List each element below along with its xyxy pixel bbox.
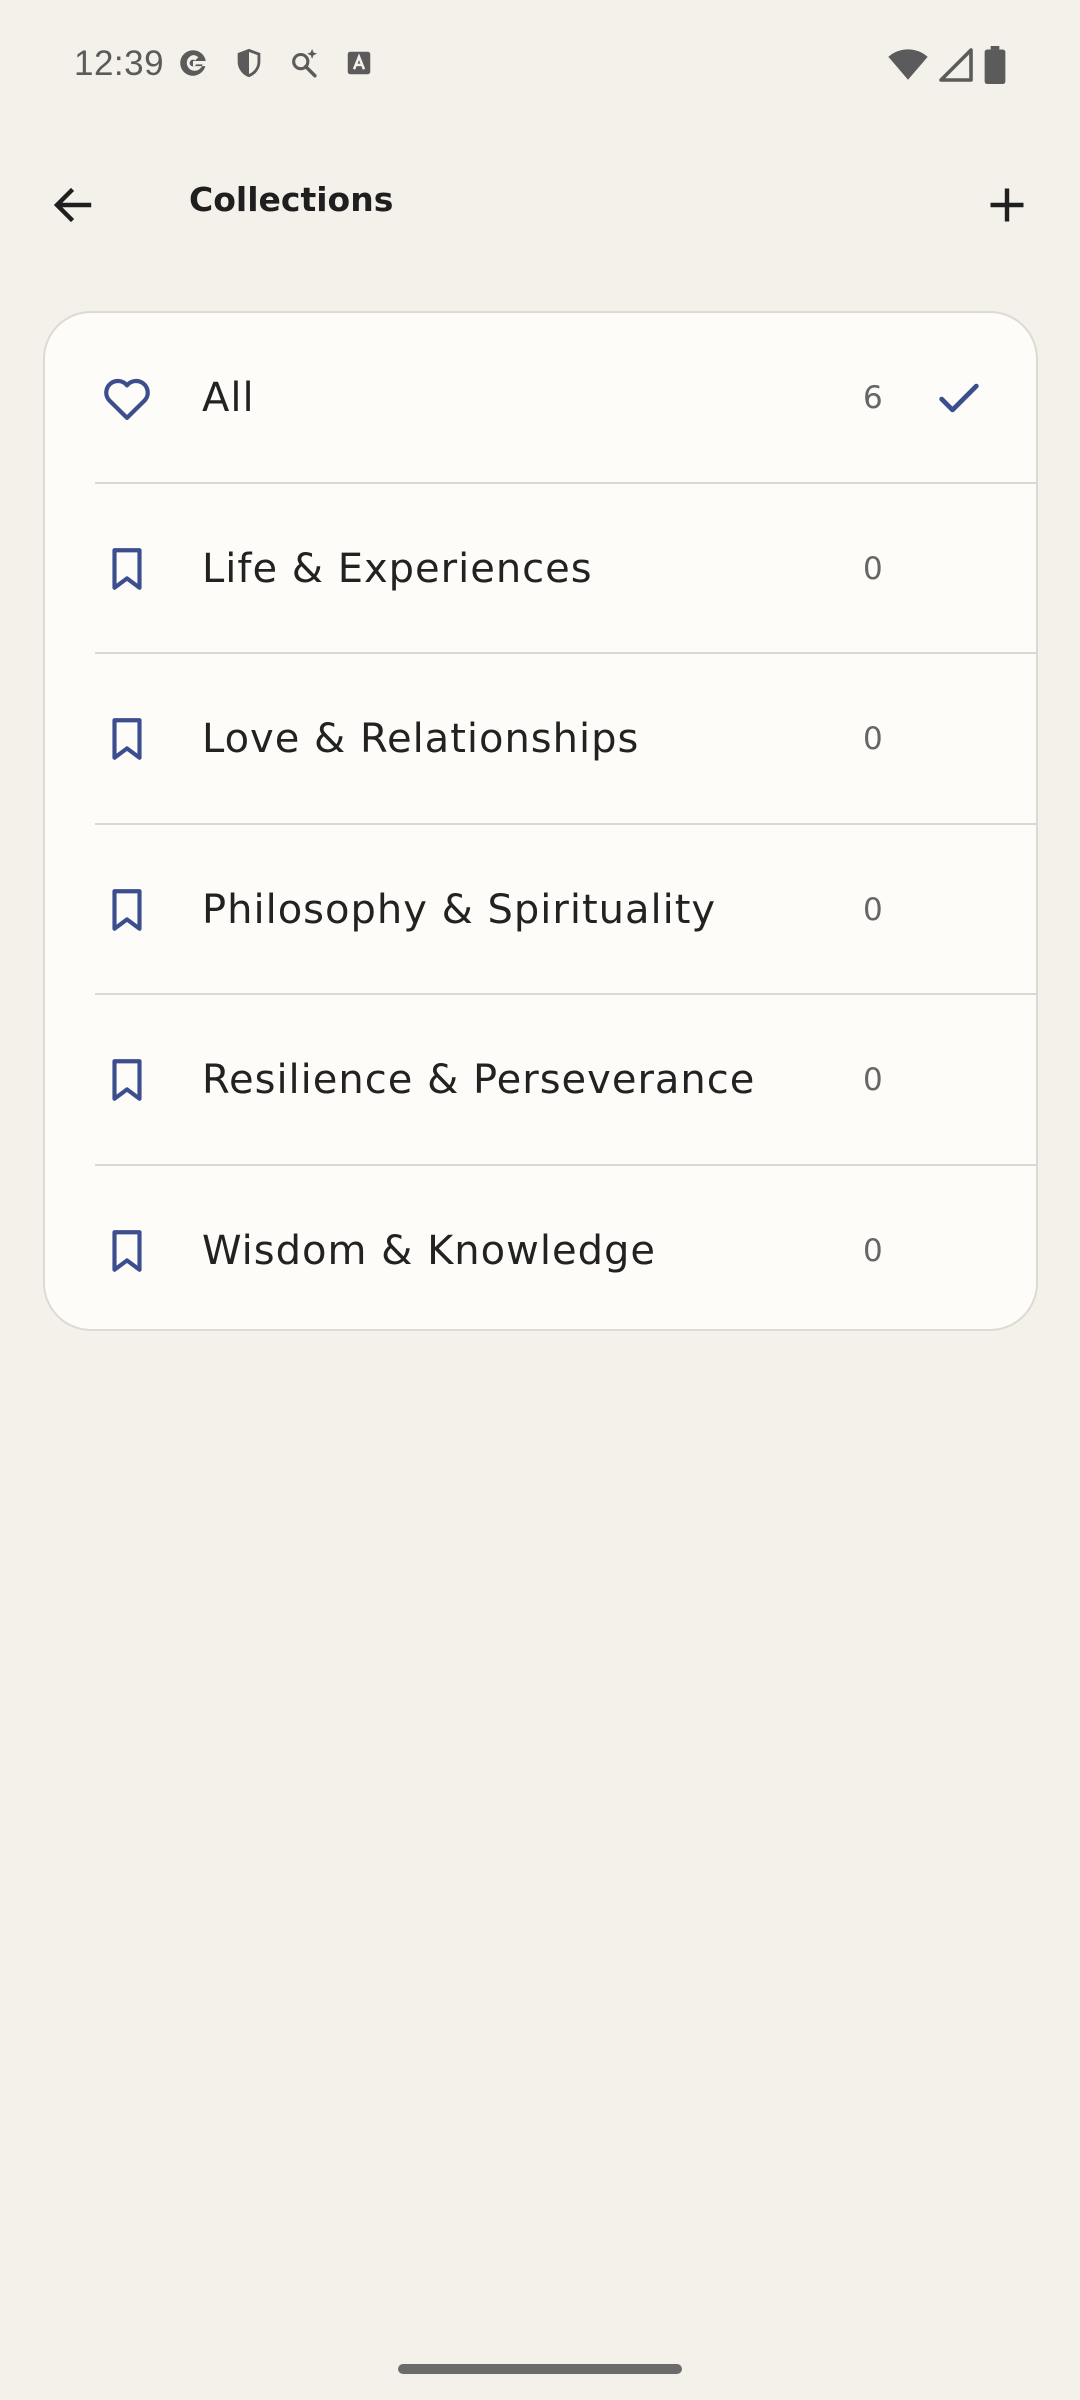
collection-count: 0 <box>863 721 883 758</box>
top-app-bar: Collections <box>0 150 1080 260</box>
plus-icon <box>985 183 1029 231</box>
search-sparkle-icon <box>288 46 322 80</box>
font-a-icon <box>344 48 374 78</box>
bookmark-icon <box>97 880 157 940</box>
page-title: Collections <box>189 180 394 219</box>
collection-label: Resilience & Perseverance <box>202 1057 756 1104</box>
collection-label: Life & Experiences <box>202 545 593 592</box>
collection-item-philosophy-spirituality[interactable]: Philosophy & Spirituality 0 <box>45 825 1036 995</box>
google-icon <box>176 46 210 80</box>
status-icons-right <box>888 46 1006 88</box>
collection-label: All <box>202 375 255 422</box>
bookmark-icon <box>97 709 157 769</box>
status-time: 12:39 <box>74 44 165 83</box>
collection-item-wisdom-knowledge[interactable]: Wisdom & Knowledge 0 <box>45 1166 1036 1330</box>
collection-count: 0 <box>863 550 883 587</box>
collection-count: 0 <box>863 1062 883 1099</box>
signal-icon <box>938 47 974 87</box>
collections-list: All 6 Life & Experiences 0 Love & Relati… <box>43 311 1038 1331</box>
collection-item-resilience-perseverance[interactable]: Resilience & Perseverance 0 <box>45 995 1036 1166</box>
back-button[interactable] <box>38 172 108 242</box>
collection-item-love-relationships[interactable]: Love & Relationships 0 <box>45 654 1036 825</box>
gesture-navigation-bar[interactable] <box>398 2364 682 2374</box>
collection-item-life-experiences[interactable]: Life & Experiences 0 <box>45 484 1036 654</box>
collection-count: 0 <box>863 891 883 928</box>
bookmark-icon <box>97 1050 157 1110</box>
arrow-left-icon <box>49 181 97 233</box>
collection-count: 6 <box>863 380 883 417</box>
collection-item-all[interactable]: All 6 <box>45 313 1036 484</box>
collection-count: 0 <box>863 1232 883 1269</box>
wifi-icon <box>888 47 928 87</box>
status-icons-left <box>176 46 374 80</box>
collection-label: Wisdom & Knowledge <box>202 1227 656 1274</box>
collection-label: Love & Relationships <box>202 716 640 763</box>
check-icon <box>929 368 989 428</box>
collections-screen: 12:39 Collections All 6 Life & Experienc… <box>0 0 1080 2400</box>
add-collection-button[interactable] <box>972 172 1042 242</box>
bookmark-icon <box>97 1221 157 1281</box>
shield-icon <box>232 46 266 80</box>
collection-label: Philosophy & Spirituality <box>202 886 717 933</box>
heart-icon <box>97 368 157 428</box>
battery-icon <box>984 46 1006 88</box>
bookmark-icon <box>97 539 157 599</box>
status-bar: 12:39 <box>0 0 1080 130</box>
